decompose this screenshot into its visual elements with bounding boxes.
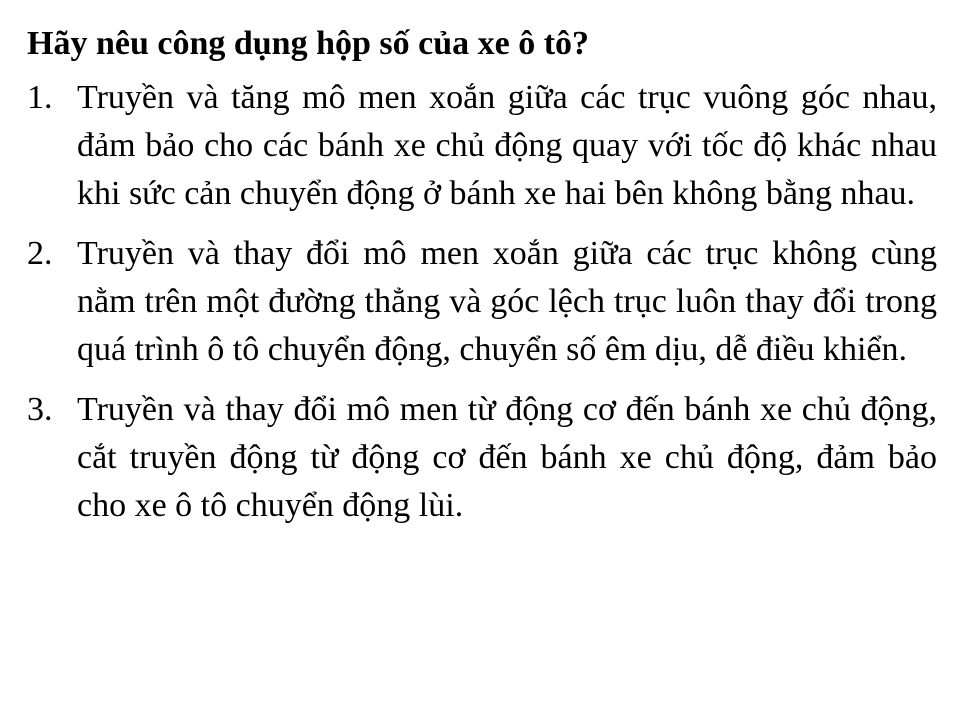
question-title: Hãy nêu công dụng hộp số của xe ô tô? <box>27 25 590 62</box>
answer-number: 2. <box>27 235 53 272</box>
answer-text: Truyền và tăng mô men xoắn giữa các trục… <box>77 79 937 212</box>
answer-item-2: 2. Truyền và thay đổi mô men xoắn giữa c… <box>27 230 937 374</box>
answer-text: Truyền và thay đổi mô men xoắn giữa các … <box>77 235 937 368</box>
answer-text: Truyền và thay đổi mô men từ động cơ đến… <box>77 391 937 524</box>
slide: Hãy nêu công dụng hộp số của xe ô tô? 1.… <box>27 20 937 542</box>
answer-item-3: 3. Truyền và thay đổi mô men từ động cơ … <box>27 386 937 530</box>
answer-list: 1. Truyền và tăng mô men xoắn giữa các t… <box>27 74 937 530</box>
answer-item-1: 1. Truyền và tăng mô men xoắn giữa các t… <box>27 74 937 218</box>
answer-number: 1. <box>27 79 53 116</box>
answer-number: 3. <box>27 391 53 428</box>
